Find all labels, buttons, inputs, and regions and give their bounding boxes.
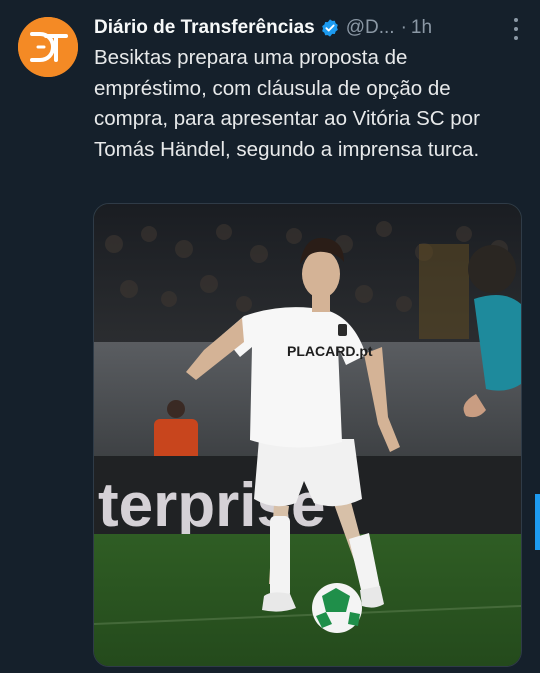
tweet-header: Diário de Transferências @D... · 1h [94, 14, 524, 42]
more-options-icon[interactable] [506, 18, 526, 40]
author-handle[interactable]: @D... [346, 17, 395, 39]
verified-badge-icon [320, 18, 340, 38]
scroll-indicator[interactable] [535, 494, 540, 550]
tweet-card[interactable]: Diário de Transferências @D... · 1h Besi… [0, 0, 540, 673]
separator-dot: · [400, 17, 407, 38]
tweet-media-image[interactable]: terprise PLACARD.pt [93, 203, 522, 667]
shirt-sponsor-text: PLACARD.pt [287, 343, 373, 359]
tweet-timestamp[interactable]: 1h [411, 17, 432, 39]
football-player-photo: terprise PLACARD.pt [94, 204, 521, 666]
author-name[interactable]: Diário de Transferências [94, 17, 315, 39]
dt-logo-icon [18, 17, 78, 77]
author-avatar[interactable] [18, 17, 78, 77]
tweet-text: Besiktas prepara uma proposta de emprést… [94, 46, 480, 161]
